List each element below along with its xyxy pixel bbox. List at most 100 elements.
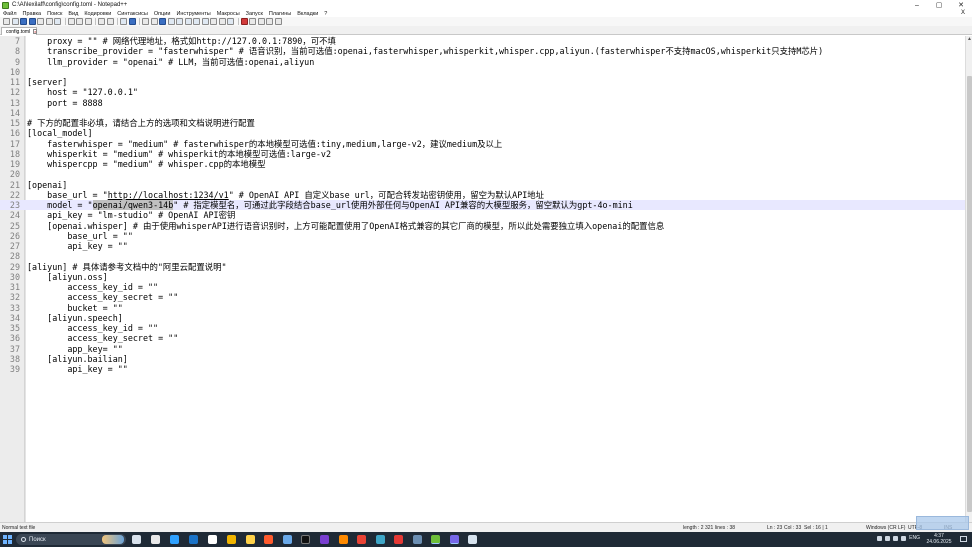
- code-line[interactable]: 16 [local_model]: [0, 128, 965, 138]
- code-line[interactable]: 35 access_key_id = "": [0, 323, 965, 333]
- code-line[interactable]: 18 whisperkit = "medium" # whisperkit的本地…: [0, 149, 965, 159]
- code-line[interactable]: 39 api_key = "": [0, 364, 965, 374]
- selected-text[interactable]: openai/qwen3-14b: [92, 200, 174, 210]
- brave-icon[interactable]: [264, 535, 273, 544]
- code-line[interactable]: 14: [0, 108, 965, 118]
- code-line[interactable]: 9 llm_provider = "openai" # LLM，当前可选值:op…: [0, 57, 965, 67]
- indent-guide-icon[interactable]: [184, 18, 192, 25]
- menu-view[interactable]: Вид: [65, 11, 81, 17]
- code-line[interactable]: 20: [0, 169, 965, 179]
- code-line[interactable]: 37 app_key= "": [0, 344, 965, 354]
- print-icon[interactable]: [54, 18, 61, 25]
- menu-macro[interactable]: Макросы: [214, 11, 243, 17]
- save-all-icon[interactable]: [28, 18, 36, 25]
- windows-start-icon[interactable]: [3, 535, 12, 544]
- close-button[interactable]: ✕: [950, 0, 972, 10]
- sync-scroll-icon[interactable]: [159, 18, 166, 25]
- tab-config-toml[interactable]: config.toml x: [1, 27, 38, 35]
- code-line[interactable]: 34 [aliyun.speech]: [0, 313, 965, 323]
- doc-map-icon[interactable]: [201, 18, 209, 25]
- monitoring-icon[interactable]: [227, 18, 234, 25]
- menu-language[interactable]: Синтаксисы: [114, 11, 151, 17]
- code-line[interactable]: 12 host = "127.0.0.1": [0, 87, 965, 97]
- menu-window[interactable]: Вкладки: [294, 11, 321, 17]
- network-icon[interactable]: [885, 535, 891, 541]
- menu-help[interactable]: ?: [321, 11, 330, 17]
- app-orange-icon[interactable]: [339, 535, 348, 544]
- close-file-icon[interactable]: [37, 18, 44, 25]
- function-list-icon[interactable]: [210, 18, 217, 25]
- stop-macro-icon[interactable]: [249, 18, 256, 25]
- code-line[interactable]: 21 [openai]: [0, 180, 965, 190]
- user-language-icon[interactable]: [193, 18, 200, 25]
- code-line[interactable]: 23 model = "openai/qwen3-14b" # 指定模型名，可通…: [0, 200, 965, 211]
- vscode-icon[interactable]: [320, 535, 329, 544]
- app-window-icon[interactable]: [468, 535, 477, 544]
- code-line[interactable]: 22 base_url = "http://localhost:1234/v1"…: [0, 190, 965, 200]
- code-line[interactable]: 19 whispercpp = "medium" # whisper.cpp的本…: [0, 159, 965, 169]
- url-link[interactable]: http://localhost:1234/v1: [108, 190, 229, 200]
- close-document-button[interactable]: X: [958, 10, 968, 16]
- copy-icon[interactable]: [76, 18, 83, 25]
- code-line[interactable]: 13 port = 8888: [0, 98, 965, 108]
- minimize-button[interactable]: –: [906, 0, 928, 10]
- menu-file[interactable]: Файл: [0, 11, 20, 17]
- chrome-dev-icon[interactable]: [376, 535, 385, 544]
- code-line[interactable]: 25 [openai.whisper] # 由于使用whisperAPI进行语音…: [0, 221, 965, 231]
- code-line[interactable]: 15 # 下方的配置非必填，请结合上方的选项和文档说明进行配置: [0, 118, 965, 128]
- app-red-icon[interactable]: [357, 535, 366, 544]
- notepadpp-taskbar-icon[interactable]: [431, 535, 440, 544]
- folder-workspace-icon[interactable]: [218, 18, 226, 25]
- code-line[interactable]: 24 api_key = "lm-studio" # OpenAI API密钥: [0, 210, 965, 220]
- scrollbar-thumb[interactable]: [967, 76, 972, 512]
- terminal-icon[interactable]: [301, 535, 310, 544]
- record-macro-icon[interactable]: [240, 18, 248, 25]
- code-line[interactable]: 38 [aliyun.bailian]: [0, 354, 965, 364]
- code-line[interactable]: 32 access_key_secret = "": [0, 292, 965, 302]
- chrome-icon[interactable]: [227, 535, 236, 544]
- app-purple-icon[interactable]: [450, 535, 459, 544]
- input-language[interactable]: ENG: [909, 535, 920, 541]
- status-eol[interactable]: Windows (CR LF): [866, 525, 905, 531]
- menu-run[interactable]: Запуск: [243, 11, 266, 17]
- run-macro-multiple-icon[interactable]: [266, 18, 273, 25]
- file-explorer-icon[interactable]: [246, 535, 255, 544]
- show-all-chars-icon[interactable]: [176, 18, 183, 25]
- zoom-out-icon[interactable]: [150, 18, 158, 25]
- battery-icon[interactable]: [901, 535, 907, 541]
- replace-icon[interactable]: [128, 18, 136, 25]
- new-file-icon[interactable]: [3, 18, 10, 25]
- code-editor[interactable]: 7 proxy = "" # 网络代理地址，格式如http://127.0.0.…: [0, 36, 965, 522]
- save-macro-icon[interactable]: [274, 18, 282, 25]
- menu-settings[interactable]: Опции: [151, 11, 174, 17]
- widgets-icon[interactable]: [151, 535, 160, 544]
- menu-plugins[interactable]: Плагины: [266, 11, 294, 17]
- edge-icon[interactable]: [170, 535, 179, 544]
- scroll-up-icon[interactable]: ▲: [966, 36, 972, 43]
- code-line[interactable]: 17 fasterwhisper = "medium" # fasterwhis…: [0, 139, 965, 149]
- lm-studio-icon[interactable]: [413, 535, 422, 544]
- copilot-icon[interactable]: [208, 535, 217, 544]
- menu-search[interactable]: Поиск: [44, 11, 65, 17]
- app-video-icon[interactable]: [394, 535, 403, 544]
- menu-encoding[interactable]: Кодировки: [81, 11, 114, 17]
- cut-icon[interactable]: [67, 18, 75, 25]
- code-line[interactable]: 26 base_url = "": [0, 231, 965, 241]
- volume-icon[interactable]: [893, 535, 899, 541]
- notification-center-icon[interactable]: [960, 536, 967, 542]
- save-icon[interactable]: [20, 18, 27, 25]
- tab-close-icon[interactable]: x: [33, 29, 38, 34]
- zoom-in-icon[interactable]: [142, 18, 149, 25]
- code-line[interactable]: 30 [aliyun.oss]: [0, 272, 965, 282]
- code-line[interactable]: 31 access_key_id = "": [0, 282, 965, 292]
- code-line[interactable]: 8 transcribe_provider = "fasterwhisper" …: [0, 46, 965, 56]
- code-line[interactable]: 29 [aliyun] # 具体请参考文档中的"阿里云配置说明": [0, 262, 965, 272]
- outlook-icon[interactable]: [189, 535, 198, 544]
- notes-icon[interactable]: [283, 535, 292, 544]
- find-icon[interactable]: [120, 18, 127, 25]
- menu-tools[interactable]: Инструменты: [173, 11, 213, 17]
- taskbar-search[interactable]: Поиск: [16, 534, 126, 545]
- word-wrap-icon[interactable]: [167, 18, 175, 25]
- tray-chevron-icon[interactable]: [877, 535, 883, 541]
- task-view-icon[interactable]: [132, 535, 141, 544]
